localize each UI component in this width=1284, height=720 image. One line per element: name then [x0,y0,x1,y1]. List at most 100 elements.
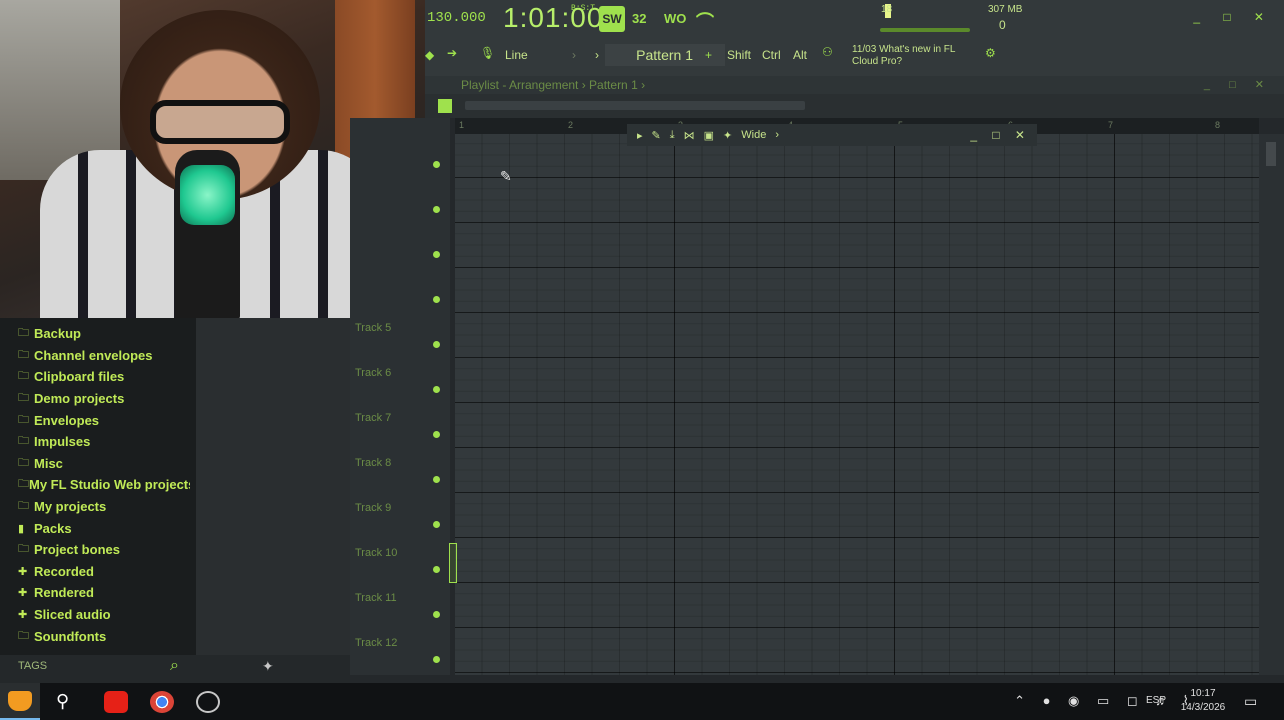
clock-date: 14/3/2026 [1180,702,1226,713]
play-icon[interactable]: ▸ [637,129,643,142]
paint-icon[interactable]: ⤓ [670,129,675,142]
search-icon[interactable]: ⚲ [56,691,80,713]
track-mute-icon[interactable] [433,386,440,393]
selection-marker[interactable] [449,543,457,583]
ctrl-button[interactable]: Ctrl [762,48,781,62]
browser-item[interactable]: 🗀 My projects [0,496,190,518]
track-header[interactable]: Track 5 [350,316,450,361]
track-mute-icon[interactable] [433,566,440,573]
arrow-icon[interactable]: ➔ [447,46,457,60]
chrome-icon[interactable] [150,691,174,713]
track-header[interactable] [350,271,450,316]
pattern-arrow-icon[interactable]: › [595,48,599,62]
notifications-icon[interactable]: ▭ [1244,693,1257,710]
browser-item[interactable]: 🗀 Envelopes [0,409,190,431]
browser-item[interactable]: 🗀 Clipboard files [0,366,190,388]
scrollbar-thumb[interactable] [1266,142,1276,166]
tools-window-controls[interactable]: _ □ ✕ [970,128,1031,142]
wait-input-button[interactable]: WO [664,11,686,26]
vertical-scrollbar[interactable] [1259,134,1284,675]
track-mute-icon[interactable] [433,521,440,528]
folder-icon: 🗀 [18,456,29,469]
draw-icon[interactable]: ✎ [652,129,661,142]
browser-item[interactable]: 🗀 Demo projects [0,388,190,410]
browser-item[interactable]: ✚ Rendered [0,582,190,604]
chevron-right-icon[interactable]: › [775,129,779,141]
countdown-icon[interactable]: ⌒ [696,8,714,34]
track-header[interactable] [350,181,450,226]
browser-item[interactable]: ▮ Packs [0,517,190,539]
track-mute-icon[interactable] [433,341,440,348]
browser-item[interactable]: ✚ Recorded [0,561,190,583]
track-name[interactable]: Track 11 [355,592,397,604]
alt-button[interactable]: Alt [793,48,807,62]
tool-mode-label[interactable]: Wide [741,129,766,141]
track-header[interactable] [350,226,450,271]
browser-item[interactable]: ✚ Sliced audio [0,604,190,626]
track-name[interactable]: Track 12 [355,637,397,649]
news-icon[interactable]: ⚇ [822,45,833,59]
track-name[interactable]: Track 9 [355,502,391,514]
track-mute-icon[interactable] [433,611,440,618]
obs-icon[interactable] [196,691,220,713]
track-header[interactable]: Track 7 [350,406,450,451]
window-controls[interactable]: _ □ ✕ [1193,10,1274,24]
browser-item[interactable]: 🗀 Project bones [0,539,190,561]
track-mute-icon[interactable] [433,296,440,303]
tempo-display[interactable]: 130.000 [427,10,486,26]
step-edit-button[interactable]: 32 [632,11,646,26]
news-panel[interactable]: 11/03 What's new in FL Cloud Pro? [852,44,972,68]
add-pattern-button[interactable]: + [705,48,712,62]
search-icon[interactable]: ⌕ [170,657,179,675]
track-header[interactable]: Track 11 [350,586,450,631]
record-icon[interactable]: 🎙 [480,46,495,60]
language-indicator[interactable]: ESP [1146,695,1166,706]
master-volume-slider[interactable] [880,28,970,32]
track-mute-icon[interactable] [433,656,440,663]
chevron-right-icon[interactable]: › [572,48,576,62]
track-mute-icon[interactable] [433,431,440,438]
fl-cloud-icon[interactable]: ⚙ [985,46,996,60]
track-header[interactable] [350,136,450,181]
tags-label[interactable]: TAGS [18,660,47,672]
zoom-icon[interactable]: ✦ [723,129,732,142]
track-mute-icon[interactable] [433,251,440,258]
windows-taskbar: ⊞ ⚲ ⌃ ● ◉ ▭ ◻ ♫ ⌇ ESP 10:17 14/3/2026 ▭ [0,683,1284,720]
track-header[interactable]: Track 12 [350,631,450,676]
system-tray-icons[interactable]: ⌃ ● ◉ ▭ ◻ ♫ ⌇ [1014,693,1196,709]
track-header[interactable]: Track 8 [350,451,450,496]
snap-mode-select[interactable]: Line [505,48,528,62]
browser-item[interactable]: 🗀 Soundfonts [0,625,190,647]
playlist-window-controls[interactable]: _ □ ✕ [1204,76,1272,94]
track-name[interactable]: Track 8 [355,457,391,469]
playlist-menu-icon[interactable] [438,99,452,113]
track-header[interactable]: Track 6 [350,361,450,406]
taskbar-clock[interactable]: 10:17 14/3/2026 [1178,687,1228,715]
track-mute-icon[interactable] [433,206,440,213]
playlist-title-bar: Playlist - Arrangement › Pattern 1 › _ □… [425,76,1284,94]
song-mode-button[interactable]: SW [599,6,625,32]
browser-item[interactable]: 🗀 Backup [0,323,190,345]
select-icon[interactable]: ▣ [704,129,714,142]
track-mute-icon[interactable] [433,476,440,483]
browser-item[interactable]: 🗀 Impulses [0,431,190,453]
slice-icon[interactable]: ⋈ [684,129,695,142]
track-header[interactable]: Track 10 [350,541,450,586]
add-icon[interactable]: ✦ [262,658,274,675]
playlist-tools-strip: ▸ ✎ ⤓ ⋈ ▣ ✦ Wide › _ □ ✕ [627,124,1037,146]
track-name[interactable]: Track 7 [355,412,391,424]
track-name[interactable]: Track 10 [355,547,397,559]
track-mute-icon[interactable] [433,161,440,168]
track-name[interactable]: Track 5 [355,322,391,334]
track-name[interactable]: Track 6 [355,367,391,379]
snap-icon[interactable]: ◆ [425,48,434,62]
browser-item[interactable]: 🗀 Channel envelopes [0,345,190,367]
playlist-grid[interactable] [455,134,1259,675]
track-header[interactable]: Track 9 [350,496,450,541]
browser-item[interactable]: 🗀 Misc [0,453,190,475]
browser-item-label: My FL Studio Web projects [29,477,196,493]
browser-item[interactable]: 🗀 My FL Studio Web projects [0,474,195,496]
youtube-icon[interactable] [104,691,128,713]
horizontal-scrollbar[interactable] [465,101,805,110]
shift-button[interactable]: Shift [727,48,751,62]
